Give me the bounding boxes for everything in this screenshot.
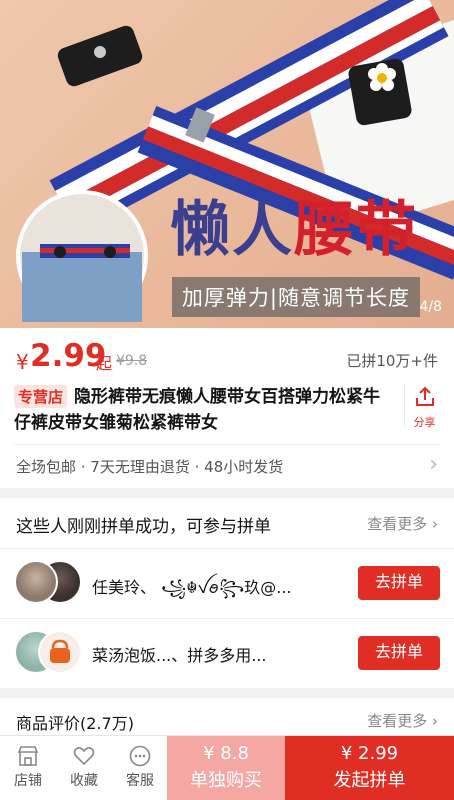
- group-member-names: 菜汤泡饭...、拼多多用...: [92, 646, 267, 665]
- bottom-action-bar: 店铺 收藏 客服 ¥ 8.8 单独购买 ¥ 2.99 发起拼单: [0, 735, 454, 800]
- chat-icon: [129, 745, 151, 767]
- price-currency: ¥: [16, 350, 29, 374]
- service-label: 客服: [126, 773, 154, 789]
- group-label: 发起拼单: [333, 770, 406, 791]
- price-suffix: 起: [96, 354, 113, 373]
- single-price: ¥ 8.8: [203, 743, 249, 764]
- group-row: 菜汤泡饭...、拼多多用... 去拼单: [0, 618, 454, 688]
- hero-title-part2: 腰带: [294, 195, 418, 265]
- avatar: [38, 630, 82, 674]
- store-icon: [17, 746, 39, 766]
- service-text: 全场包邮 · 7天无理由退货 · 48小时发货: [16, 458, 284, 476]
- image-counter: 4/8: [419, 299, 442, 315]
- bag-icon: [50, 639, 70, 663]
- more-label: 查看更多: [367, 515, 428, 533]
- start-group-buy-button[interactable]: ¥ 2.99 发起拼单: [285, 736, 454, 800]
- heart-icon: [73, 747, 95, 766]
- hero-title-part1: 懒人: [170, 195, 294, 265]
- original-price: ¥9.8: [116, 353, 148, 369]
- group-row: 任美玲、 ꧁☬ꪜꪮ꧂玖@... 去拼单: [0, 548, 454, 618]
- share-button[interactable]: 分享: [404, 384, 444, 429]
- favorite-button[interactable]: 收藏: [56, 736, 112, 800]
- product-title: 隐形裤带无痕懒人腰带女百搭弹力松紧牛仔裤皮带女雏菊松紧裤带女: [14, 387, 380, 433]
- reviews-section[interactable]: 商品评价(2.7万) 查看更多 ›: [0, 698, 454, 738]
- join-group-button[interactable]: 去拼单: [358, 566, 440, 600]
- group-buy-heading: 这些人刚刚拼单成功，可参与拼单: [16, 517, 271, 537]
- product-image-carousel[interactable]: 懒人腰带 加厚弹力|随意调节长度 4/8: [0, 0, 454, 328]
- product-info-section: ¥ 2.99 起 ¥9.8 已拼10万+件 专营店 隐形裤带无痕懒人腰带女百搭弹…: [0, 328, 454, 488]
- reviews-title: 商品评价(2.7万): [16, 714, 134, 733]
- service-guarantees[interactable]: 全场包邮 · 7天无理由退货 · 48小时发货: [16, 456, 440, 477]
- join-group-button[interactable]: 去拼单: [358, 636, 440, 670]
- divider: [0, 548, 454, 549]
- customer-service-button[interactable]: 客服: [112, 736, 168, 800]
- hero-title: 懒人腰带: [170, 200, 418, 260]
- reviews-more-link[interactable]: 查看更多 ›: [367, 710, 438, 731]
- more-label: 查看更多: [367, 712, 428, 730]
- divider: [14, 444, 440, 445]
- store-button[interactable]: 店铺: [0, 736, 56, 800]
- avatar: [14, 560, 58, 604]
- hero-subtitle: 加厚弹力|随意调节长度: [171, 277, 420, 317]
- share-icon: [415, 386, 434, 406]
- share-label: 分享: [413, 416, 436, 429]
- group-price: ¥ 2.99: [340, 743, 399, 764]
- sold-count: 已拼10万+件: [346, 352, 438, 370]
- group-buy-more-link[interactable]: 查看更多 ›: [367, 513, 438, 534]
- buy-single-button[interactable]: ¥ 8.8 单独购买: [167, 736, 285, 800]
- favorite-label: 收藏: [70, 773, 98, 789]
- chevron-right-icon: ›: [429, 452, 438, 477]
- group-member-names: 任美玲、 ꧁☬ꪜꪮ꧂玖@...: [92, 578, 292, 597]
- store-label: 店铺: [14, 773, 42, 789]
- price-row: ¥ 2.99 起 ¥9.8 已拼10万+件: [16, 338, 438, 378]
- divider: [0, 618, 454, 619]
- group-buy-section: 这些人刚刚拼单成功，可参与拼单 查看更多 › 任美玲、 ꧁☬ꪜꪮ꧂玖@... 去…: [0, 498, 454, 688]
- group-avatars: [14, 630, 84, 676]
- single-label: 单独购买: [190, 770, 262, 791]
- group-avatars: [14, 560, 84, 606]
